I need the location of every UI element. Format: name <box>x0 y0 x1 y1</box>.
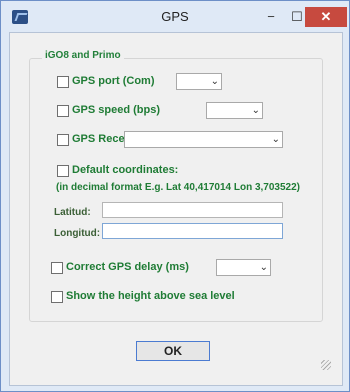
show-height-label: Show the height above sea level <box>66 290 235 302</box>
chevron-down-icon: ⌄ <box>251 105 260 116</box>
correct-delay-checkbox[interactable] <box>51 262 63 274</box>
gps-port-combo[interactable]: ⌄ <box>176 73 222 90</box>
latitude-label: Latitud: <box>54 207 91 218</box>
chevron-down-icon: ⌄ <box>259 262 268 273</box>
title-bar[interactable]: GPS − ☐ ✕ <box>1 1 349 31</box>
correct-delay-label: Correct GPS delay (ms) <box>66 261 189 273</box>
chevron-down-icon: ⌄ <box>210 76 219 87</box>
ok-button[interactable]: OK <box>136 341 210 361</box>
chevron-down-icon: ⌄ <box>271 134 280 145</box>
correct-delay-combo[interactable]: ⌄ <box>216 259 271 276</box>
gps-port-label: GPS port (Com) <box>72 75 155 87</box>
latitude-input[interactable] <box>102 202 283 218</box>
coordinates-format-hint: (in decimal format E.g. Lat 40,417014 Lo… <box>56 182 300 193</box>
gps-speed-checkbox[interactable] <box>57 105 69 117</box>
gps-speed-label: GPS speed (bps) <box>72 104 161 116</box>
gps-receiver-checkbox[interactable] <box>57 134 69 146</box>
show-height-checkbox[interactable] <box>51 291 63 303</box>
group-label: iGO8 and Primo <box>42 50 124 61</box>
gps-port-checkbox[interactable] <box>57 76 69 88</box>
gps-speed-combo[interactable]: ⌄ <box>206 102 263 119</box>
minimize-button[interactable]: − <box>258 7 284 27</box>
gps-receiver-combo[interactable]: ⌄ <box>124 131 283 148</box>
longitude-label: Longitud: <box>54 228 101 239</box>
default-coordinates-checkbox[interactable] <box>57 165 69 177</box>
default-coordinates-label: Default coordinates: <box>72 164 179 176</box>
close-button[interactable]: ✕ <box>305 7 347 27</box>
longitude-input[interactable] <box>102 223 283 239</box>
resize-grip-icon[interactable] <box>321 360 331 370</box>
